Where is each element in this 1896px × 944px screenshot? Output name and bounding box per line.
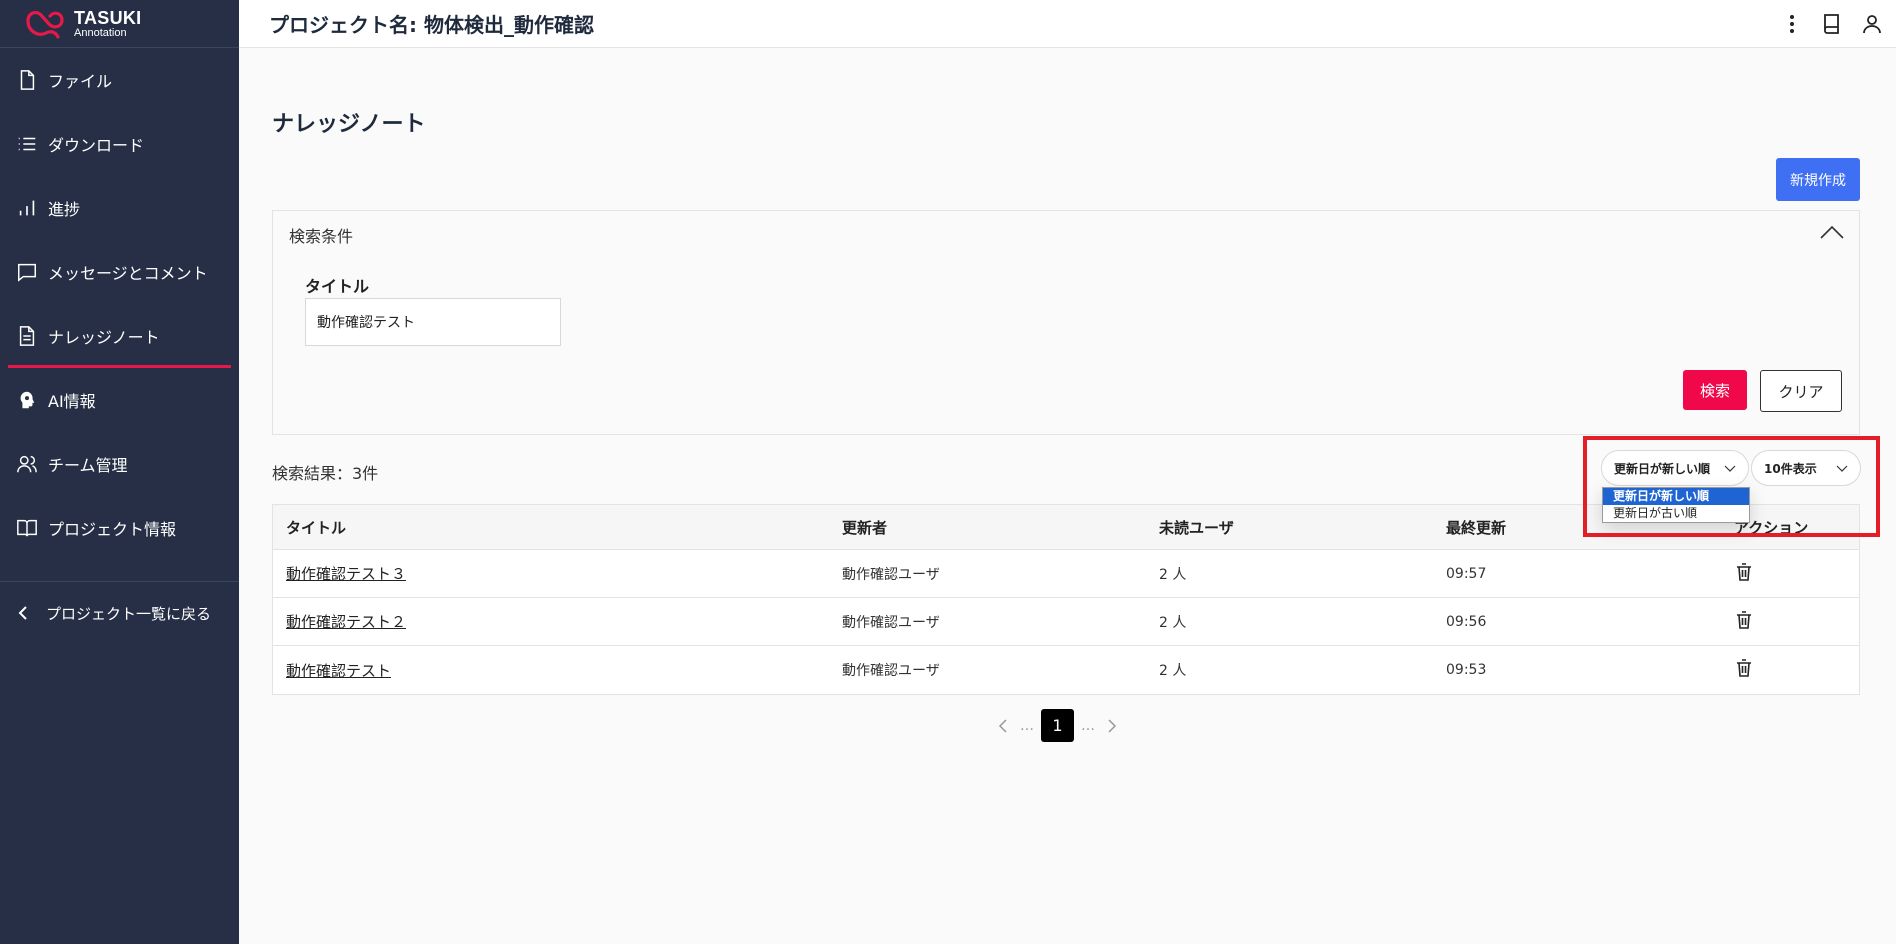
list-icon bbox=[18, 137, 36, 151]
updated-cell: 09:57 bbox=[1446, 565, 1487, 582]
per-page-select-value: 10件表示 bbox=[1764, 461, 1817, 476]
back-to-projects-link[interactable]: プロジェクト一覧に戻る bbox=[0, 582, 239, 644]
user-icon bbox=[1863, 15, 1881, 34]
sidebar-item-progress[interactable]: 進捗 bbox=[0, 176, 239, 240]
table-row: 動作確認テスト２ 動作確認ユーザ 2 人 09:56 bbox=[273, 598, 1859, 646]
sort-select[interactable]: 更新日が新しい順 bbox=[1601, 450, 1749, 486]
trash-icon bbox=[1737, 562, 1751, 581]
per-page-select[interactable]: 10件表示 bbox=[1751, 450, 1861, 486]
document-icon bbox=[19, 326, 35, 346]
sidebar-item-label: AI情報 bbox=[48, 392, 96, 411]
unread-cell: 2 人 bbox=[1159, 614, 1187, 631]
ai-head-icon bbox=[20, 391, 35, 409]
main-content: ナレッジノート 新規作成 検索条件 タイトル 検索 クリア 検索結果：3件 更新… bbox=[239, 49, 1896, 944]
result-count: 検索結果：3件 bbox=[272, 464, 379, 483]
sidebar-item-label: 進捗 bbox=[48, 200, 81, 219]
user-menu-button[interactable] bbox=[1856, 8, 1888, 40]
sidebar-item-label: メッセージとコメント bbox=[48, 264, 208, 283]
book-open-icon bbox=[17, 519, 37, 537]
title-field-label: タイトル bbox=[305, 277, 370, 296]
page-title: ナレッジノート bbox=[272, 112, 426, 137]
search-panel-heading: 検索条件 bbox=[289, 227, 354, 246]
manual-button[interactable] bbox=[1816, 8, 1848, 40]
more-menu-button[interactable] bbox=[1776, 8, 1808, 40]
sidebar-item-team[interactable]: チーム管理 bbox=[0, 432, 239, 496]
project-title: プロジェクト名: 物体検出_動作確認 bbox=[269, 13, 594, 37]
col-header-updater: 更新者 bbox=[842, 518, 888, 537]
sidebar-item-ai-info[interactable]: AI情報 bbox=[0, 368, 239, 432]
search-panel: 検索条件 タイトル 検索 クリア bbox=[272, 210, 1860, 435]
message-icon bbox=[18, 263, 36, 282]
note-title-link[interactable]: 動作確認テスト３ bbox=[286, 565, 406, 583]
top-header: プロジェクト名: 物体検出_動作確認 bbox=[239, 0, 1896, 48]
updater-cell: 動作確認ユーザ bbox=[842, 566, 940, 583]
book-icon bbox=[1824, 14, 1839, 34]
knowledge-note-table: タイトル 更新者 未読ユーザ 最終更新 アクション 動作確認テスト３ 動作確認ユ… bbox=[272, 504, 1860, 695]
title-search-input[interactable] bbox=[305, 298, 561, 346]
search-button[interactable]: 検索 bbox=[1683, 370, 1747, 410]
pagination-ellipsis: … bbox=[1081, 717, 1095, 734]
clear-button[interactable]: クリア bbox=[1760, 370, 1842, 412]
chevron-left-icon bbox=[18, 606, 27, 620]
delete-button[interactable] bbox=[1721, 658, 1859, 682]
delete-button[interactable] bbox=[1721, 610, 1859, 634]
chevron-down-icon bbox=[1836, 465, 1848, 472]
sort-dropdown-list: 更新日が新しい順 更新日が古い順 bbox=[1602, 487, 1750, 523]
updated-cell: 09:56 bbox=[1446, 613, 1487, 630]
tasuki-logo-icon bbox=[26, 10, 64, 39]
updater-cell: 動作確認ユーザ bbox=[842, 614, 940, 631]
pagination: … 1 … bbox=[991, 709, 1124, 742]
updater-cell: 動作確認ユーザ bbox=[842, 663, 940, 679]
pagination-ellipsis: … bbox=[1020, 717, 1034, 734]
sidebar: TASUKI Annotation ファイル ダウンロード 進捗 メッセージとコ… bbox=[0, 0, 239, 944]
sidebar-item-label: ファイル bbox=[48, 72, 113, 91]
logo[interactable]: TASUKI Annotation bbox=[0, 0, 239, 48]
page-number-button[interactable]: 1 bbox=[1041, 709, 1074, 742]
table-row: 動作確認テスト３ 動作確認ユーザ 2 人 09:57 bbox=[273, 550, 1859, 598]
next-page-button[interactable] bbox=[1100, 714, 1124, 738]
sidebar-item-label: チーム管理 bbox=[48, 456, 128, 475]
note-title-link[interactable]: 動作確認テスト bbox=[286, 662, 391, 680]
unread-cell: 2 人 bbox=[1159, 566, 1187, 583]
logo-title: TASUKI bbox=[74, 7, 142, 28]
col-header-title: タイトル bbox=[286, 518, 347, 537]
logo-subtitle: Annotation bbox=[74, 26, 127, 39]
prev-page-button[interactable] bbox=[991, 714, 1015, 738]
note-title-link[interactable]: 動作確認テスト２ bbox=[286, 613, 406, 631]
chevron-down-icon bbox=[1724, 465, 1736, 472]
team-icon bbox=[17, 455, 37, 473]
delete-button[interactable] bbox=[1721, 562, 1859, 586]
sidebar-item-file[interactable]: ファイル bbox=[0, 48, 239, 112]
sidebar-item-download[interactable]: ダウンロード bbox=[0, 112, 239, 176]
bar-chart-icon bbox=[19, 200, 35, 216]
updated-cell: 09:53 bbox=[1446, 662, 1487, 678]
table-row: 動作確認テスト 動作確認ユーザ 2 人 09:53 bbox=[273, 646, 1859, 694]
sort-select-value: 更新日が新しい順 bbox=[1614, 461, 1711, 476]
sidebar-item-messages[interactable]: メッセージとコメント bbox=[0, 240, 239, 304]
trash-icon bbox=[1737, 610, 1751, 629]
sort-option-oldest[interactable]: 更新日が古い順 bbox=[1603, 505, 1749, 522]
sidebar-item-knowledge-note[interactable]: ナレッジノート bbox=[0, 304, 239, 368]
sort-option-newest[interactable]: 更新日が新しい順 bbox=[1603, 488, 1749, 505]
more-vert-icon bbox=[1790, 15, 1794, 33]
chevron-right-icon bbox=[1108, 718, 1117, 733]
sidebar-nav: ファイル ダウンロード 進捗 メッセージとコメント ナレッジノート AI情報 チ… bbox=[0, 48, 239, 560]
sidebar-item-label: ダウンロード bbox=[48, 136, 145, 155]
sidebar-item-label: プロジェクト情報 bbox=[48, 520, 177, 539]
new-note-button[interactable]: 新規作成 bbox=[1776, 158, 1860, 201]
back-label: プロジェクト一覧に戻る bbox=[46, 604, 212, 623]
file-icon bbox=[20, 70, 35, 90]
col-header-unread: 未読ユーザ bbox=[1159, 518, 1234, 537]
chevron-up-icon[interactable] bbox=[1819, 223, 1845, 243]
trash-icon bbox=[1737, 659, 1751, 677]
sidebar-item-project-info[interactable]: プロジェクト情報 bbox=[0, 496, 239, 560]
sidebar-item-label: ナレッジノート bbox=[48, 328, 160, 347]
chevron-left-icon bbox=[998, 718, 1007, 733]
unread-cell: 2 人 bbox=[1159, 663, 1187, 679]
